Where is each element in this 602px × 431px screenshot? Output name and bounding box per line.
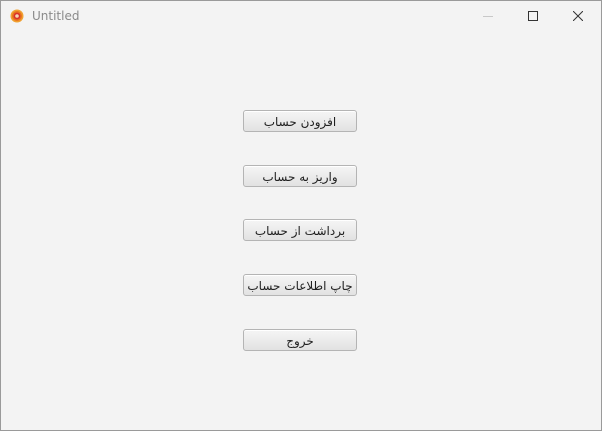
window-title: Untitled bbox=[32, 9, 80, 23]
close-button[interactable] bbox=[555, 1, 601, 31]
app-window: Untitled افزودن حساب واریز به حساب برداش… bbox=[0, 0, 602, 431]
maximize-button[interactable] bbox=[510, 1, 556, 31]
add-account-button[interactable]: افزودن حساب bbox=[243, 110, 357, 132]
title-bar[interactable]: Untitled bbox=[1, 1, 601, 32]
exit-button[interactable]: خروج bbox=[243, 329, 357, 351]
withdraw-button[interactable]: برداشت از حساب bbox=[243, 219, 357, 241]
close-icon bbox=[573, 11, 583, 21]
deposit-button[interactable]: واریز به حساب bbox=[243, 165, 357, 187]
minimize-icon bbox=[483, 16, 493, 17]
minimize-button[interactable] bbox=[465, 1, 511, 31]
maximize-icon bbox=[528, 11, 538, 21]
print-account-info-button[interactable]: چاپ اطلاعات حساب bbox=[243, 274, 357, 296]
app-logo-icon bbox=[10, 9, 24, 23]
